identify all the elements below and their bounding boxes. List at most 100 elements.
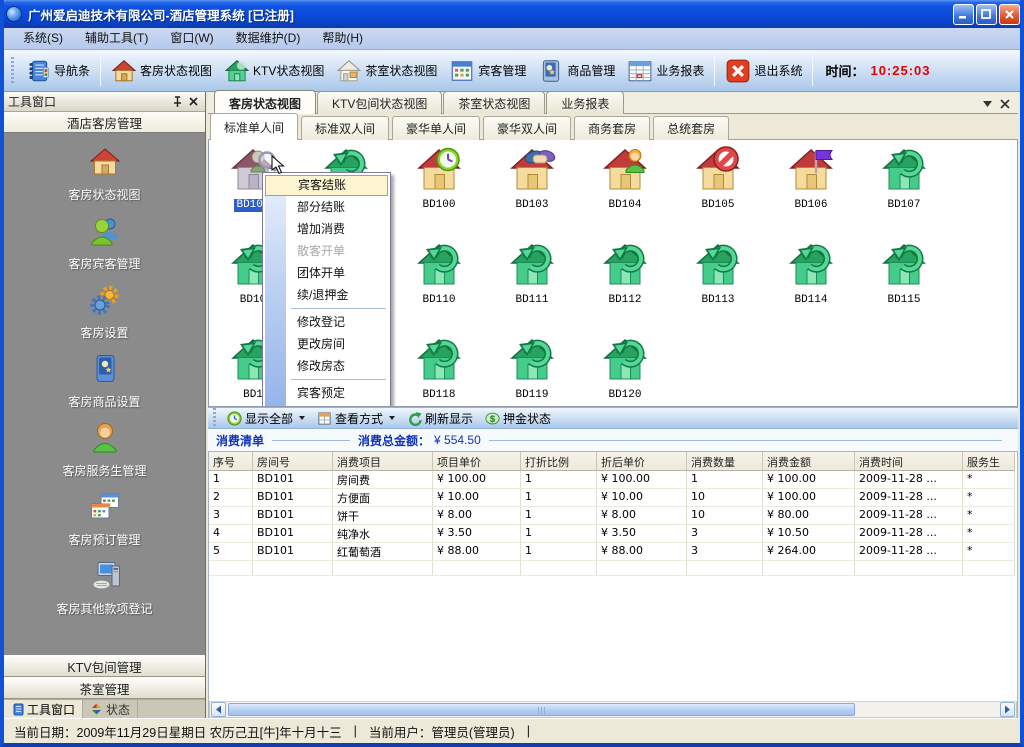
bottom-toolbar-button-refresh-display[interactable]: 刷新显示 [401, 409, 479, 428]
context-menu-item-1[interactable]: 部分结账 [265, 196, 388, 218]
statusbar-separator: | [354, 724, 357, 738]
table-cell: 2 [209, 489, 253, 507]
table-row-empty [209, 561, 1017, 576]
bottom-toolbar-button-show-all[interactable]: 显示全部 [221, 409, 311, 428]
room-status-vacant-icon [589, 241, 661, 289]
menubar-item[interactable]: 帮助(H) [311, 28, 374, 49]
close-tab-icon[interactable] [1000, 99, 1010, 109]
document-tabbar: 客房状态视图KTV包间状态视图茶室状态视图业务报表 [208, 92, 1018, 114]
menubar-item[interactable]: 数据维护(D) [225, 28, 312, 49]
bottom-toolbar-button-deposit-status[interactable]: $押金状态 [479, 409, 557, 428]
toolbar-button-goods-management[interactable]: 商品管理 [532, 54, 621, 88]
context-menu-item-6[interactable]: 修改登记 [265, 311, 388, 333]
context-menu-item-2[interactable]: 增加消费 [265, 218, 388, 240]
menubar-item[interactable]: 辅助工具(T) [74, 28, 159, 49]
book-blue-icon [538, 58, 564, 84]
table-header-row: 序号房间号消费项目项目单价打折比例折后单价消费数量消费金额消费时间服务生 [209, 452, 1017, 471]
toolbar-grip[interactable] [11, 57, 14, 85]
tab-status[interactable]: 状态 [83, 700, 138, 718]
scroll-right-icon[interactable] [1000, 702, 1015, 717]
maximize-button[interactable] [976, 4, 997, 25]
context-menu-item-7[interactable]: 更改房间 [265, 333, 388, 355]
room-type-tab-3[interactable]: 豪华双人间 [483, 116, 571, 140]
toolbar-button-ktv-status-view[interactable]: KTV状态视图 [218, 54, 330, 88]
room-BD103[interactable]: BD103 [496, 146, 568, 212]
room-type-tab-2[interactable]: 豪华单人间 [392, 116, 480, 140]
context-menu-item-9[interactable]: 宾客预定 [265, 382, 388, 404]
table-row[interactable]: 5BD101红葡萄酒¥ 88.001¥ 88.003¥ 264.002009-1… [209, 543, 1017, 561]
dropdown-arrow-icon[interactable] [299, 416, 305, 420]
context-menu-item-8[interactable]: 修改房态 [265, 355, 388, 377]
toolbar-button-label: 商品管理 [567, 62, 615, 79]
tab-room-status-view[interactable]: 客房状态视图 [214, 90, 316, 114]
pin-icon[interactable] [169, 94, 185, 109]
room-BD114[interactable]: BD114 [775, 241, 847, 307]
menubar-item[interactable]: 系统(S) [12, 28, 74, 49]
dropdown-arrow-icon[interactable] [389, 416, 395, 420]
toolbar-button-guest-management[interactable]: 宾客管理 [443, 54, 532, 88]
close-panel-icon[interactable] [185, 94, 201, 109]
table-row[interactable]: 1BD101房间费¥ 100.001¥ 100.001¥ 100.002009-… [209, 471, 1017, 489]
horizontal-scrollbar[interactable] [209, 701, 1017, 718]
s-person-orange-icon [88, 421, 122, 460]
toolbar-button-tearoom-status-view[interactable]: 茶室状态视图 [330, 54, 443, 88]
minimize-button[interactable] [953, 4, 974, 25]
table-cell [333, 561, 433, 576]
toolbar-button-exit-system[interactable]: 退出系统 [719, 54, 808, 88]
table-row[interactable]: 2BD101方便面¥ 10.001¥ 10.0010¥ 100.002009-1… [209, 489, 1017, 507]
sidebar-item-room-waiter-management[interactable]: 客房服务生管理 [4, 421, 205, 479]
room-BD104[interactable]: BD104 [589, 146, 661, 212]
room-BD106[interactable]: BD106 [775, 146, 847, 212]
context-menu-item-0[interactable]: 宾客结账 [265, 175, 388, 196]
room-type-tab-4[interactable]: 商务套房 [574, 116, 650, 140]
tab-doc-2[interactable]: 茶室状态视图 [443, 91, 545, 114]
room-BD113[interactable]: BD113 [682, 241, 754, 307]
room-label: BD119 [513, 389, 550, 402]
toolbar-button-business-report[interactable]: 业务报表 [621, 54, 710, 88]
room-BD100[interactable]: BD100 [403, 146, 475, 212]
sidebar-item-room-goods-settings[interactable]: 客房商品设置 [4, 352, 205, 410]
room-BD111[interactable]: BD111 [496, 241, 568, 307]
bottom-toolbar-button-view-mode[interactable]: 查看方式 [311, 409, 401, 428]
table-row[interactable]: 3BD101饼干¥ 8.001¥ 8.0010¥ 80.002009-11-28… [209, 507, 1017, 525]
menubar-item[interactable]: 窗口(W) [159, 28, 224, 49]
tab-list-icon[interactable] [983, 101, 992, 107]
room-BD107[interactable]: BD107 [868, 146, 940, 212]
sidebar-item-room-reservation-management[interactable]: 客房预订管理 [4, 490, 205, 548]
tab-doc-3[interactable]: 业务报表 [546, 91, 624, 114]
sidebar-item-room-settings[interactable]: 客房设置 [4, 283, 205, 341]
room-BD110[interactable]: BD110 [403, 241, 475, 307]
sidebar-panel-ktv[interactable]: KTV包间管理 [4, 655, 205, 677]
sidebar-panel-tearoom[interactable]: 茶室管理 [4, 677, 205, 699]
toolbar-buttons: 导航条客房状态视图KTV状态视图茶室状态视图宾客管理 商品管理业务报表退出系统 [19, 50, 817, 91]
context-menu-item-4[interactable]: 团体开单 [265, 262, 388, 284]
bottom-toolbar-button-label: 显示全部 [245, 410, 293, 427]
tab-doc-1[interactable]: KTV包间状态视图 [317, 91, 442, 114]
room-BD115[interactable]: BD115 [868, 241, 940, 307]
sidebar-item-room-other-payment-register[interactable]: 客房其他款项登记 [4, 559, 205, 617]
room-BD118[interactable]: BD118 [403, 336, 475, 402]
toolbar-button-navigator[interactable]: 导航条 [19, 54, 96, 88]
sidebar-panel-title[interactable]: 酒店客房管理 [4, 112, 205, 133]
room-status-vacant-icon [682, 241, 754, 289]
bottom-toolbar-buttons: 显示全部 查看方式刷新显示$押金状态 [221, 408, 557, 428]
view16-icon [317, 411, 332, 426]
room-type-tab-0[interactable]: 标准单人间 [210, 113, 298, 140]
sidebar-item-room-guest-management[interactable]: 客房宾客管理 [4, 214, 205, 272]
toolbar-button-room-status-view[interactable]: 客房状态视图 [105, 54, 218, 88]
room-BD119[interactable]: BD119 [496, 336, 568, 402]
close-button[interactable] [999, 4, 1020, 25]
sidebar-item-room-status-view[interactable]: 客房状态视图 [4, 145, 205, 203]
room-BD120[interactable]: BD120 [589, 336, 661, 402]
bottom-toolbar-grip[interactable] [213, 404, 216, 432]
room-type-tab-1[interactable]: 标准双人间 [301, 116, 389, 140]
table-row[interactable]: 4BD101纯净水¥ 3.501¥ 3.503¥ 10.502009-11-28… [209, 525, 1017, 543]
room-BD105[interactable]: BD105 [682, 146, 754, 212]
scroll-left-icon[interactable] [211, 702, 226, 717]
tab-tool-window[interactable]: 工具窗口 [4, 700, 83, 718]
context-menu-item-5[interactable]: 续/退押金 [265, 284, 388, 306]
scrollbar-thumb[interactable] [228, 703, 855, 716]
room-BD112[interactable]: BD112 [589, 241, 661, 307]
room-type-tab-5[interactable]: 总统套房 [653, 116, 729, 140]
table-cell: * [963, 489, 1015, 507]
